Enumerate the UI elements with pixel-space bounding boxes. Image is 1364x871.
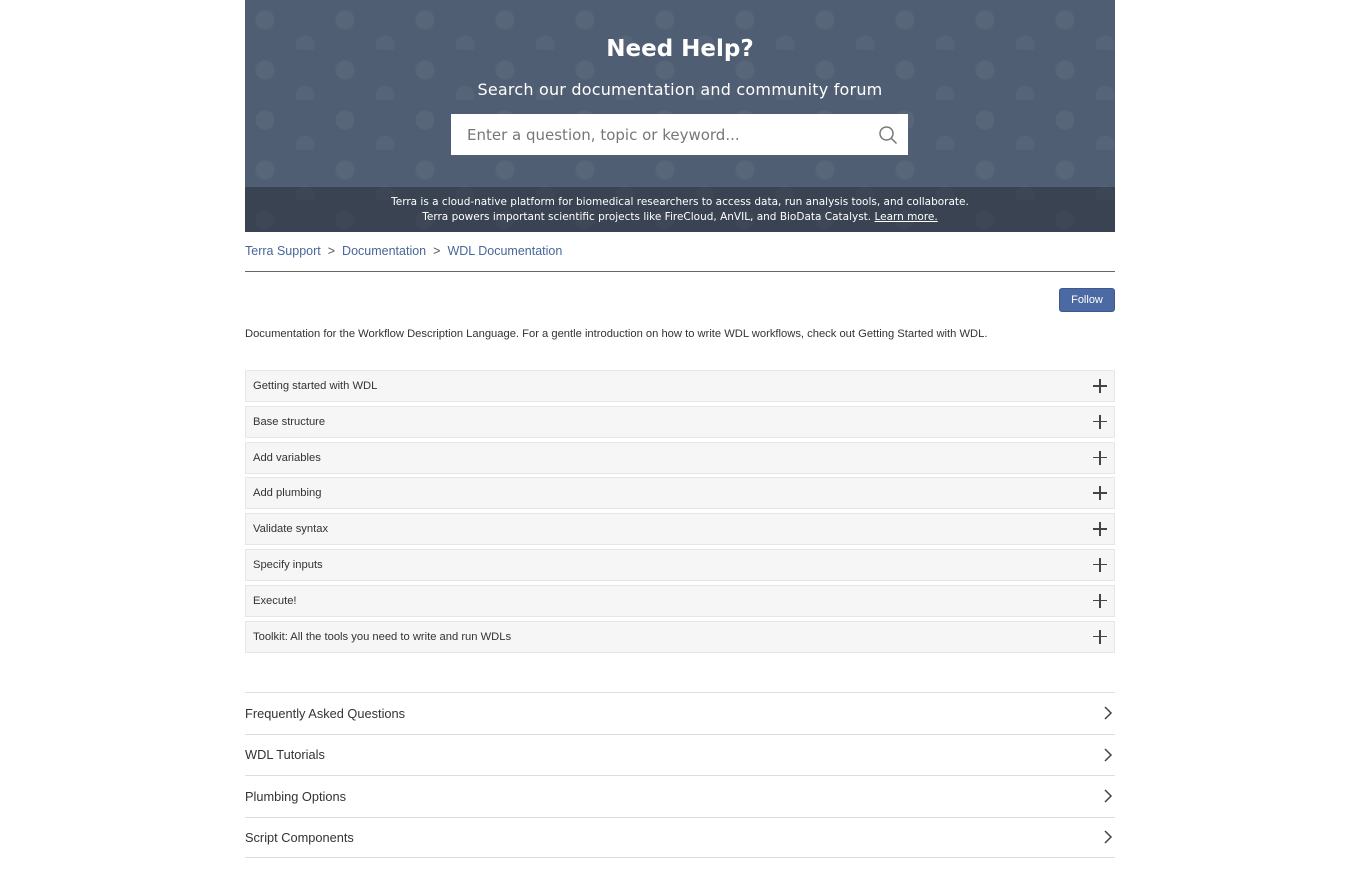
accordion-item[interactable]: Execute! (245, 584, 1115, 617)
hero-subtitle: Search our documentation and community f… (477, 80, 883, 99)
chevron-right-icon (1101, 789, 1115, 803)
section-link-faq[interactable]: Frequently Asked Questions (245, 692, 1115, 734)
plus-icon[interactable] (1093, 414, 1107, 429)
breadcrumb-wdl-documentation[interactable]: WDL Documentation (447, 244, 562, 258)
accordion-item-label: Add plumbing (253, 487, 322, 500)
breadcrumb: Terra Support > Documentation > WDL Document… (245, 244, 1115, 272)
chevron-right-icon (1101, 748, 1115, 762)
section-link-label: Script Components (245, 829, 354, 845)
accordion-item[interactable]: Add plumbing (245, 477, 1115, 510)
breadcrumb-separator: > (433, 244, 441, 258)
info-band: Terra is a cloud-native platform for bio… (245, 187, 1115, 232)
plus-icon[interactable] (1093, 486, 1107, 501)
accordion-item-label: Execute! (253, 594, 297, 607)
accordion-item[interactable]: Toolkit: All the tools you need to write… (245, 620, 1115, 653)
accordion-item-label: Specify inputs (253, 558, 323, 571)
follow-button[interactable]: Follow (1059, 288, 1115, 312)
section-link-wdl-tutorials[interactable]: WDL Tutorials (245, 733, 1115, 776)
plus-icon[interactable] (1093, 629, 1107, 644)
accordion-item[interactable]: Getting started with WDL (245, 370, 1115, 402)
accordion-item[interactable]: Add variables (245, 441, 1115, 474)
chevron-right-icon (1101, 830, 1115, 844)
section-description: Documentation for the Workflow Descripti… (245, 328, 988, 340)
section-link-label: Frequently Asked Questions (245, 705, 406, 721)
plus-icon[interactable] (1093, 522, 1107, 537)
chevron-right-icon (1101, 706, 1115, 720)
breadcrumb-separator: > (327, 244, 336, 258)
plus-icon[interactable] (1093, 557, 1107, 572)
section-link-label: Plumbing Options (245, 788, 347, 804)
accordion-item-label: Validate syntax (253, 523, 329, 536)
accordion-item-label: Getting started with WDL (253, 380, 378, 392)
plus-icon[interactable] (1093, 450, 1107, 465)
plus-icon[interactable] (1093, 593, 1107, 608)
info-band-line-1: Terra is a cloud-native platform for bio… (391, 196, 969, 208)
section-list: Frequently Asked Questions WDL Tutorials… (245, 692, 1115, 858)
section-link-label: WDL Tutorials (245, 747, 325, 763)
accordion-item-label: Toolkit: All the tools you need to write… (253, 630, 512, 643)
accordion-item[interactable]: Specify inputs (245, 548, 1115, 581)
breadcrumb-terra-support[interactable]: Terra Support (245, 244, 321, 258)
hero-title: Need Help? (606, 36, 754, 62)
section-link-plumbing-options[interactable]: Plumbing Options (245, 775, 1115, 817)
search-box (451, 114, 908, 155)
info-band-line-2: Terra powers important scientific projec… (245, 210, 1115, 225)
article-accordion: Getting started with WDL Base structure … (245, 370, 1115, 656)
help-hero: Need Help? Search our documentation and … (245, 0, 1115, 232)
learn-more-link[interactable]: Learn more. (874, 211, 937, 223)
plus-icon[interactable] (1093, 379, 1107, 393)
search-icon[interactable] (868, 115, 908, 155)
accordion-item[interactable]: Base structure (245, 405, 1115, 438)
accordion-item-label: Base structure (253, 415, 326, 428)
breadcrumb-documentation[interactable]: Documentation (342, 244, 426, 258)
accordion-item[interactable]: Validate syntax (245, 513, 1115, 546)
accordion-item-label: Add variables (253, 451, 321, 464)
search-input[interactable] (451, 114, 868, 155)
section-link-script-components[interactable]: Script Components (245, 816, 1115, 858)
info-band-line-2-text: Terra powers important scientific projec… (422, 211, 872, 223)
